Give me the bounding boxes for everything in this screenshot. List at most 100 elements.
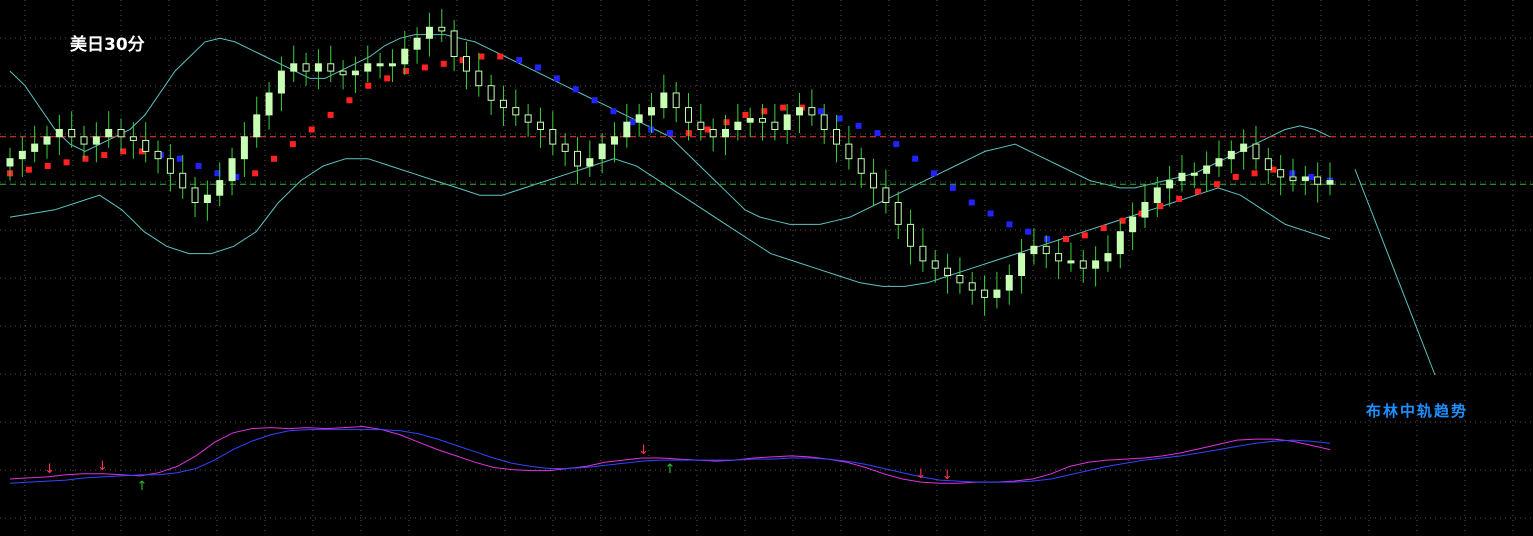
candle-body — [1240, 143, 1248, 152]
candle-body — [709, 129, 717, 138]
midline-point — [874, 130, 881, 137]
candle-body — [1055, 253, 1063, 262]
candle-body — [55, 129, 63, 138]
candle-body — [253, 114, 261, 138]
candle-body — [1252, 143, 1260, 160]
candle-body — [166, 158, 174, 174]
candle-body — [1030, 245, 1038, 255]
candle-body — [1042, 245, 1050, 255]
bollinger-midline — [7, 53, 1333, 242]
candle-body — [1289, 176, 1297, 182]
candle-body — [1079, 260, 1087, 269]
candle-body — [43, 136, 51, 145]
candle-body — [129, 136, 137, 141]
candle-body — [475, 70, 483, 87]
midline-point — [1308, 173, 1315, 180]
candle-body — [425, 26, 433, 39]
candle-body — [586, 158, 594, 167]
candle-body — [623, 121, 631, 138]
chart-canvas: ↓ ↓ ↑ ↓ ↑ ↓ ↓ — [0, 0, 1533, 532]
grid — [0, 0, 1533, 532]
candle-body — [92, 136, 100, 145]
candle-body — [1215, 158, 1223, 167]
midline-point — [384, 75, 391, 82]
candle-body — [1178, 172, 1186, 182]
candle-body — [1067, 260, 1075, 264]
candle-body — [401, 48, 409, 65]
candle-body — [290, 63, 298, 72]
candle-body — [931, 260, 939, 269]
midline-point — [931, 170, 937, 177]
midline-point — [1232, 173, 1239, 180]
candle-body — [462, 56, 470, 72]
candles — [6, 9, 1334, 316]
candle-body — [524, 114, 532, 123]
midline-point — [1157, 203, 1164, 210]
signal-up-arrow: ↑ — [137, 479, 148, 494]
midline-point — [610, 108, 617, 115]
candle-body — [31, 143, 39, 152]
candle-body — [870, 172, 878, 189]
candle-body — [672, 92, 680, 109]
candle-body — [277, 70, 285, 94]
candle-body — [573, 150, 581, 167]
candle-body — [240, 136, 248, 160]
candle-body — [536, 121, 544, 130]
midline-point — [968, 199, 975, 206]
candle-body — [635, 114, 643, 123]
candle-body — [413, 37, 421, 50]
midline-point — [101, 152, 108, 159]
midline-point — [949, 184, 956, 191]
midline-point — [25, 166, 32, 173]
candle-body — [697, 121, 705, 130]
candle-body — [376, 63, 384, 67]
candle-body — [327, 63, 335, 72]
midline-point — [1195, 188, 1201, 195]
midline-point — [855, 122, 862, 129]
midline-point — [365, 82, 372, 89]
candle-body — [179, 172, 187, 189]
candle-body — [919, 245, 927, 262]
candle-body — [610, 136, 618, 145]
midline-point — [742, 111, 749, 118]
midline-point — [1063, 236, 1069, 242]
candle-body — [981, 289, 989, 298]
candle-body — [734, 121, 742, 130]
candle-body — [1166, 180, 1174, 189]
candle-body — [499, 99, 507, 109]
candle-body — [1227, 150, 1235, 160]
candle-body — [1277, 169, 1285, 178]
candle-body — [228, 158, 236, 182]
candle-body — [68, 129, 76, 138]
midline-point — [535, 64, 541, 71]
candle-body — [783, 114, 791, 131]
candle-body — [351, 70, 359, 76]
midline-point — [440, 60, 447, 67]
candle-body — [561, 143, 569, 152]
candle-body — [512, 107, 520, 116]
signal-down-arrow: ↓ — [942, 468, 953, 483]
candle-body — [1104, 253, 1112, 262]
candle-body — [487, 85, 495, 101]
candle-body — [759, 118, 767, 123]
candle-body — [796, 107, 804, 116]
signal-down-arrow: ↓ — [638, 443, 649, 458]
signal-down-arrow: ↓ — [97, 459, 108, 474]
trend-projection-line — [1354, 169, 1436, 376]
midline-point — [308, 126, 315, 133]
midline-point — [1251, 170, 1258, 177]
midline-point — [591, 97, 598, 104]
midline-point — [176, 155, 183, 162]
candle-body — [191, 187, 199, 203]
candle-body — [364, 63, 372, 72]
candle-body — [1203, 165, 1211, 174]
candle-body — [154, 150, 162, 160]
candle-body — [808, 107, 816, 116]
candle-body — [438, 26, 446, 32]
signal-down-arrow: ↓ — [44, 462, 55, 477]
candle-body — [450, 30, 458, 57]
candle-body — [18, 150, 26, 160]
midline-point — [271, 155, 277, 162]
midline-point — [252, 170, 259, 177]
candle-body — [882, 187, 890, 203]
